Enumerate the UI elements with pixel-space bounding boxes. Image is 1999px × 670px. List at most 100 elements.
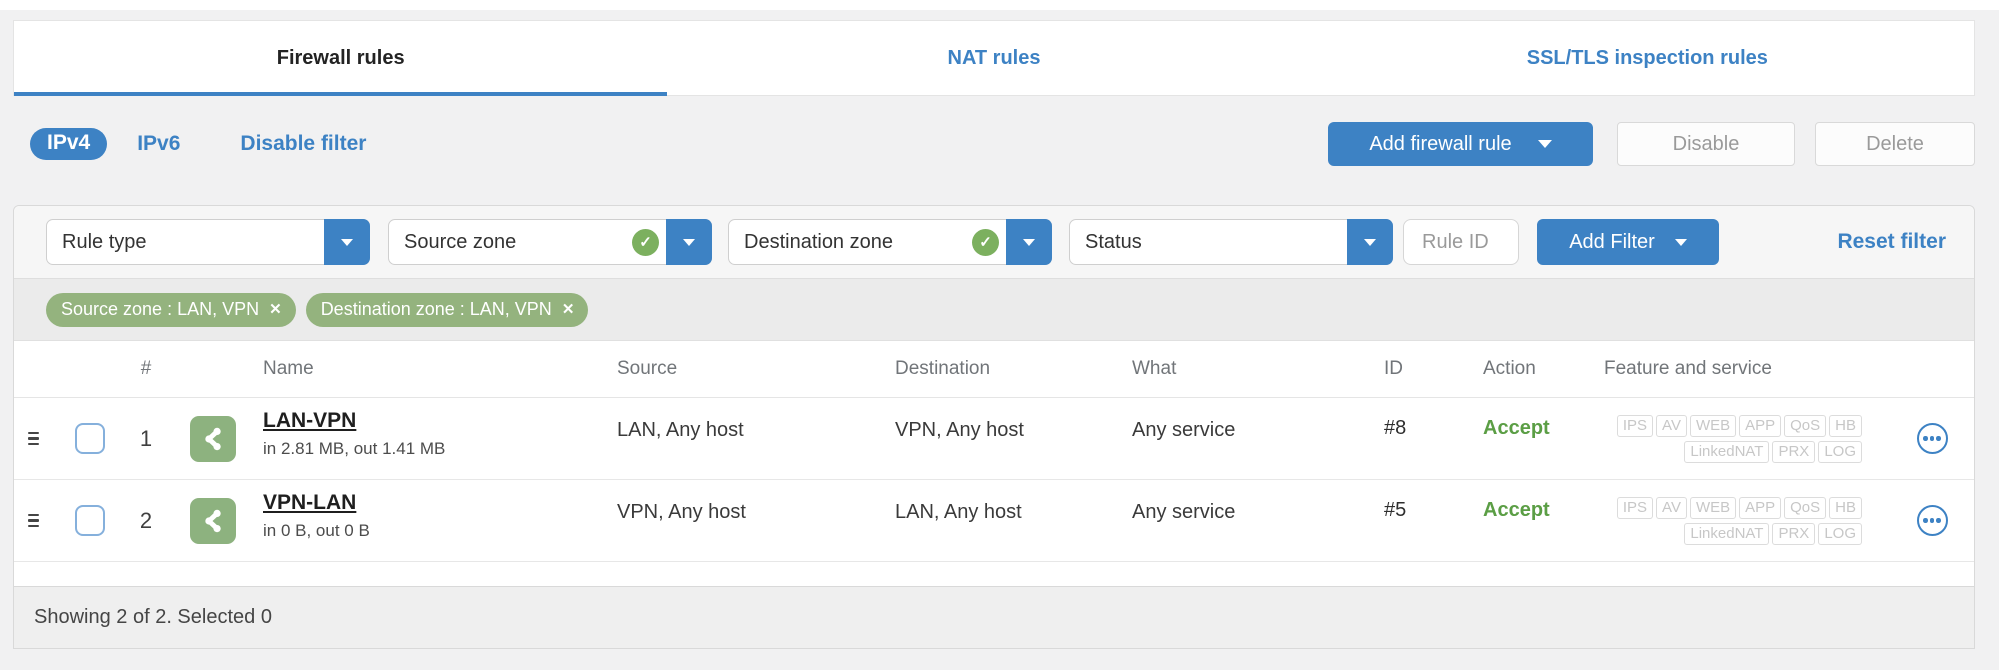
feature-badges: IPS AV WEB APP QoS HB LinkedNAT PRX LOG (1604, 414, 1862, 463)
tab-nat-rules[interactable]: NAT rules (667, 21, 1320, 95)
feature-badge: APP (1739, 496, 1782, 519)
disable-filter-link[interactable]: Disable filter (240, 132, 366, 156)
rule-source: VPN, Any host (617, 501, 746, 523)
rule-type-share-icon (190, 497, 236, 544)
rule-source: LAN, Any host (617, 419, 744, 441)
feature-badge: APP (1739, 414, 1782, 437)
status-dropdown-label: Status (1085, 230, 1142, 253)
row-checkbox[interactable] (75, 505, 105, 536)
col-header-source: Source (617, 358, 678, 379)
reset-filter-link[interactable]: Reset filter (1837, 230, 1946, 254)
destination-zone-dropdown-label: Destination zone (744, 230, 893, 253)
feature-badge: LinkedNAT (1684, 440, 1770, 463)
add-filter-label: Add Filter (1569, 230, 1655, 253)
row-number: 1 (139, 425, 153, 451)
rule-type-dropdown-label: Rule type (62, 230, 147, 253)
filter-chip-source-zone: Source zone : LAN, VPN ✕ (46, 292, 296, 327)
chevron-down-icon (1364, 238, 1376, 246)
filter-chip-label: Destination zone : LAN, VPN (320, 299, 552, 319)
add-filter-button[interactable]: Add Filter (1537, 219, 1719, 265)
filter-bar: Rule type Source zone ✓ Destination zone… (14, 206, 1974, 278)
add-firewall-rule-button[interactable]: Add firewall rule (1328, 122, 1593, 166)
add-firewall-rule-label: Add firewall rule (1369, 132, 1512, 155)
filter-applied-check-icon: ✓ (972, 228, 999, 256)
destination-zone-dropdown[interactable]: Destination zone ✓ (728, 219, 1052, 265)
source-zone-dropdown[interactable]: Source zone ✓ (388, 219, 712, 265)
rule-traffic-stats: in 0 B, out 0 B (263, 521, 370, 540)
table-footer: Showing 2 of 2. Selected 0 (14, 586, 1974, 648)
rule-type-share-icon (190, 415, 236, 462)
feature-badge: AV (1656, 414, 1687, 437)
feature-badge: HB (1829, 414, 1862, 437)
feature-badge: LinkedNAT (1684, 522, 1770, 545)
feature-badge: PRX (1772, 522, 1816, 545)
active-filter-chips: Source zone : LAN, VPN ✕ Destination zon… (14, 278, 1974, 340)
row-number: 2 (139, 507, 153, 533)
source-zone-dropdown-label: Source zone (404, 230, 517, 253)
tab-firewall-rules[interactable]: Firewall rules (14, 21, 668, 96)
feature-badge: LOG (1818, 522, 1862, 545)
feature-badge: PRX (1772, 440, 1816, 463)
rule-what: Any service (1132, 501, 1236, 523)
close-icon[interactable]: ✕ (269, 302, 282, 317)
feature-badge: QoS (1784, 414, 1827, 437)
rule-name-link[interactable]: LAN-VPN (263, 409, 356, 433)
feature-badge: IPS (1616, 496, 1654, 519)
col-header-name: Name (263, 358, 314, 379)
disable-button[interactable]: Disable (1617, 122, 1795, 166)
top-strip (0, 0, 1999, 10)
delete-button[interactable]: Delete (1815, 122, 1975, 166)
drag-handle[interactable] (14, 429, 64, 449)
chevron-down-icon (1674, 238, 1687, 246)
dropdown-toggle-button[interactable] (324, 219, 370, 265)
rule-type-dropdown[interactable]: Rule type (46, 219, 370, 265)
rule-destination: VPN, Any host (895, 419, 1024, 441)
feature-badge: WEB (1689, 414, 1737, 437)
filter-chip-destination-zone: Destination zone : LAN, VPN ✕ (305, 292, 589, 327)
table-header: # Name Source Destination What ID Action… (14, 340, 1974, 398)
rule-id-input[interactable] (1403, 219, 1519, 265)
filter-applied-check-icon: ✓ (632, 228, 659, 256)
tab-ssl-tls-inspection-rules[interactable]: SSL/TLS inspection rules (1321, 21, 1974, 95)
feature-badge: IPS (1616, 414, 1654, 437)
col-header-feature-service: Feature and service (1604, 358, 1772, 379)
feature-badge: HB (1829, 496, 1862, 519)
col-header-number: # (140, 358, 152, 379)
col-header-action: Action (1483, 358, 1536, 379)
col-header-what: What (1132, 358, 1177, 379)
table-row: 2 VPN-LAN in 0 B, out 0 B VPN, Any host … (14, 480, 1974, 562)
row-count-summary: Showing 2 of 2. Selected 0 (34, 606, 272, 628)
dropdown-toggle-button[interactable] (1006, 219, 1052, 265)
close-icon[interactable]: ✕ (562, 302, 575, 317)
rule-destination: LAN, Any host (895, 501, 1022, 523)
feature-badge: AV (1656, 496, 1687, 519)
col-header-id: ID (1384, 358, 1403, 379)
rule-action: Accept (1483, 417, 1550, 439)
status-dropdown[interactable]: Status (1069, 219, 1393, 265)
rule-name-link[interactable]: VPN-LAN (263, 491, 356, 515)
chevron-down-icon (341, 238, 353, 246)
ipv6-toggle[interactable]: IPv6 (137, 132, 180, 156)
col-header-destination: Destination (895, 358, 991, 379)
feature-badge: LOG (1818, 440, 1862, 463)
rule-id: #8 (1384, 417, 1407, 439)
ipv4-toggle[interactable]: IPv4 (30, 128, 108, 160)
chevron-down-icon (1537, 140, 1552, 148)
table-body-spacer (14, 562, 1974, 586)
drag-handle[interactable] (14, 511, 64, 531)
row-menu-ellipsis-icon[interactable] (1916, 423, 1948, 454)
filter-chip-label: Source zone : LAN, VPN (61, 299, 260, 319)
dropdown-toggle-button[interactable] (666, 219, 712, 265)
rule-traffic-stats: in 2.81 MB, out 1.41 MB (263, 439, 446, 458)
feature-badges: IPS AV WEB APP QoS HB LinkedNAT PRX LOG (1604, 496, 1862, 545)
dropdown-toggle-button[interactable] (1347, 219, 1393, 265)
chevron-down-icon (1023, 238, 1035, 246)
rule-what: Any service (1132, 419, 1236, 441)
row-checkbox[interactable] (75, 423, 105, 454)
row-menu-ellipsis-icon[interactable] (1916, 505, 1948, 536)
table-row: 1 LAN-VPN in 2.81 MB, out 1.41 MB LAN, A… (14, 398, 1974, 480)
actions-toolbar: IPv4 IPv6 Disable filter Add firewall ru… (13, 122, 1975, 166)
feature-badge: QoS (1784, 496, 1827, 519)
chevron-down-icon (683, 238, 695, 246)
tab-bar: Firewall rules NAT rules SSL/TLS inspect… (13, 20, 1975, 96)
